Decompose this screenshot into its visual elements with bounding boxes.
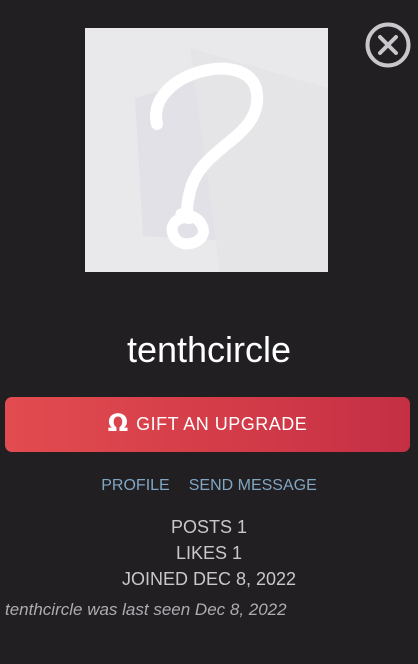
profile-link[interactable]: PROFILE <box>101 477 169 495</box>
profile-links: PROFILE SEND MESSAGE <box>0 477 418 495</box>
last-seen-text: tenthcircle was last seen Dec 8, 2022 <box>5 600 287 619</box>
gift-upgrade-button[interactable]: Ω GIFT AN UPGRADE <box>5 397 410 452</box>
close-icon <box>365 22 411 68</box>
send-message-link[interactable]: SEND MESSAGE <box>189 477 317 495</box>
close-button[interactable] <box>365 22 411 68</box>
joined-date: JOINED DEC 8, 2022 <box>121 569 297 589</box>
gift-upgrade-label: GIFT AN UPGRADE <box>136 414 308 434</box>
likes-count: LIKES 1 <box>175 543 243 563</box>
profile-stats: POSTS 1 LIKES 1 JOINED DEC 8, 2022 <box>0 514 418 592</box>
question-mark-icon <box>85 28 328 272</box>
omega-icon: Ω <box>107 409 129 437</box>
username: tenthcircle <box>126 329 292 370</box>
posts-count: POSTS 1 <box>170 517 248 537</box>
avatar <box>85 28 328 272</box>
